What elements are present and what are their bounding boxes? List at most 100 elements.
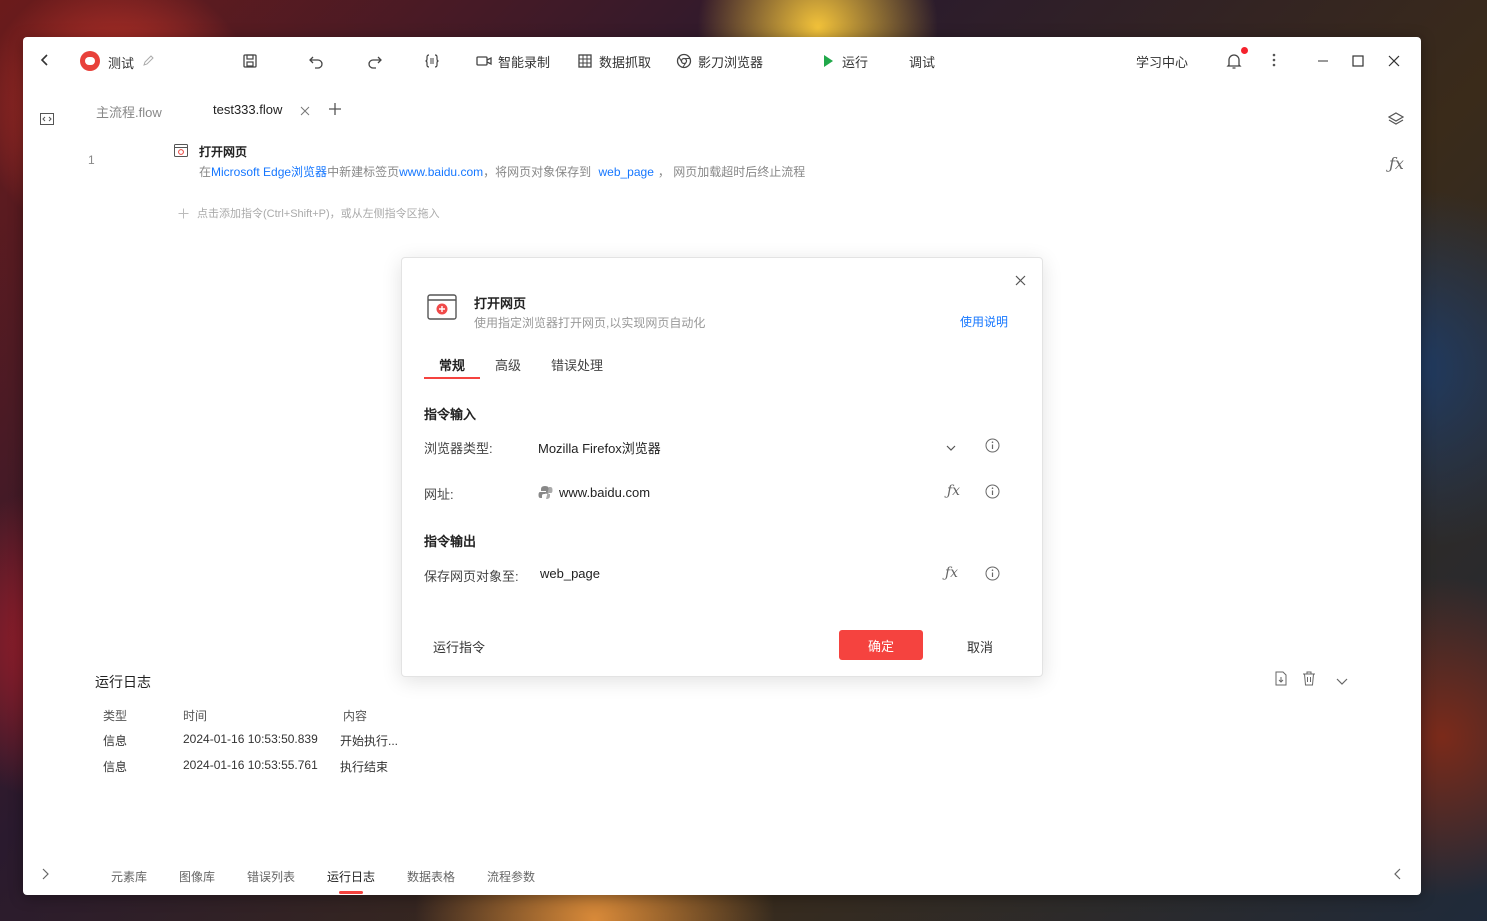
browser-type-label: 浏览器类型: <box>424 441 493 456</box>
app-window: 测试 智能录制 数据抓取 影刀浏览器 运行 调试 学习中心 主流程.flow t… <box>23 37 1421 895</box>
expand-left-icon[interactable] <box>42 868 50 883</box>
tab-main-flow[interactable]: 主流程.flow <box>96 102 162 121</box>
tab-advanced[interactable]: 高级 <box>495 355 521 374</box>
app-name: 测试 <box>108 56 135 71</box>
browser-type-value: Mozilla Firefox浏览器 <box>538 441 661 456</box>
back-icon[interactable] <box>37 52 53 68</box>
app-logo-icon <box>80 51 100 71</box>
debug-button[interactable]: 调试 <box>909 51 935 71</box>
dialog-subtitle: 使用指定浏览器打开网页,以实现网页自动化 <box>474 316 706 330</box>
table-icon <box>578 54 592 68</box>
add-tab-icon[interactable] <box>328 102 342 119</box>
browser-type-select[interactable]: Mozilla Firefox浏览器 <box>538 434 958 458</box>
tab-error-handling[interactable]: 错误处理 <box>551 355 603 374</box>
bottom-tab-flow-params[interactable]: 流程参数 <box>487 868 535 885</box>
debug-label: 调试 <box>909 54 936 70</box>
export-log-icon[interactable] <box>1274 671 1288 689</box>
desc-suffix: ， 网页加载超时后终止流程 <box>657 165 806 179</box>
clear-log-icon[interactable] <box>1302 671 1316 689</box>
desc-save: ，将网页对象保存到 <box>483 165 592 179</box>
log-header-time: 时间 <box>183 709 208 723</box>
smart-record-button[interactable]: 智能录制 <box>476 51 550 71</box>
line-number: 1 <box>88 153 95 167</box>
variables-button[interactable] <box>424 51 440 71</box>
log-row-content: 开始执行... <box>340 734 399 748</box>
run-label: 运行 <box>842 54 869 70</box>
learning-center-button[interactable]: 学习中心 <box>1136 51 1188 71</box>
data-scrape-button[interactable]: 数据抓取 <box>577 51 651 71</box>
save-info-icon[interactable] <box>985 566 1001 582</box>
redo-button[interactable] <box>367 51 383 71</box>
browser-type-info-icon[interactable] <box>985 438 1001 454</box>
save-object-input[interactable]: web_page <box>540 566 600 581</box>
shadowbot-browser-label: 影刀浏览器 <box>698 54 764 70</box>
tab-general[interactable]: 常规 <box>439 355 465 374</box>
edit-name-icon[interactable] <box>141 53 155 67</box>
log-row-type: 信息 <box>103 760 128 774</box>
play-icon <box>824 55 833 67</box>
dialog-title: 打开网页 <box>474 296 527 311</box>
save-button[interactable] <box>242 51 258 71</box>
url-info-icon[interactable] <box>985 484 1001 500</box>
bottom-tab-active-indicator <box>339 891 363 894</box>
cancel-button[interactable]: 取消 <box>967 637 993 656</box>
step-description[interactable]: 在Microsoft Edge浏览器中新建标签页www.baidu.com，将网… <box>199 163 805 180</box>
plus-icon <box>178 208 189 218</box>
output-section-heading: 指令输出 <box>424 534 477 549</box>
help-link[interactable]: 使用说明 <box>960 313 1008 330</box>
undo-button[interactable] <box>308 51 324 71</box>
collapse-log-icon[interactable] <box>1336 674 1348 689</box>
close-dialog-icon[interactable] <box>1015 274 1026 289</box>
desc-browser: Microsoft Edge浏览器 <box>211 165 328 179</box>
notification-button[interactable] <box>1226 47 1248 70</box>
more-menu-icon[interactable] <box>1272 53 1278 69</box>
close-window-icon[interactable] <box>1384 51 1404 71</box>
chevron-down-icon <box>946 440 956 455</box>
data-scrape-label: 数据抓取 <box>599 54 652 70</box>
tab-test333-flow[interactable]: test333.flow <box>213 102 282 117</box>
desc-mid: 中新建标签页 <box>327 165 400 179</box>
desc-prefix: 在 <box>199 165 212 179</box>
bottom-tab-errors[interactable]: 错误列表 <box>247 868 295 885</box>
code-view-icon[interactable] <box>40 113 54 125</box>
step-title[interactable]: 打开网页 <box>199 143 247 160</box>
url-value: www.baidu.com <box>559 484 651 500</box>
minimize-icon[interactable] <box>1313 51 1333 71</box>
shadowbot-browser-button[interactable]: 影刀浏览器 <box>676 51 763 71</box>
braces-icon <box>425 54 439 68</box>
save-object-label: 保存网页对象至: <box>424 569 519 584</box>
close-tab-icon[interactable] <box>300 104 310 119</box>
browser-step-icon <box>174 144 188 160</box>
video-camera-icon <box>476 56 492 66</box>
learning-center-label: 学习中心 <box>1136 54 1189 70</box>
log-row-content: 执行结束 <box>340 760 389 774</box>
bottom-tab-data-table[interactable]: 数据表格 <box>407 868 455 885</box>
bottom-tab-elements[interactable]: 元素库 <box>111 868 147 885</box>
save-fx-icon[interactable]: ƒx <box>945 565 958 581</box>
bottom-tab-images[interactable]: 图像库 <box>179 868 215 885</box>
run-instruction-button[interactable]: 运行指令 <box>433 637 485 656</box>
input-section-heading: 指令输入 <box>424 407 477 422</box>
url-fx-icon[interactable]: ƒx <box>947 483 960 499</box>
log-header-type: 类型 <box>103 709 128 723</box>
confirm-button[interactable]: 确定 <box>839 630 923 660</box>
url-label: 网址: <box>424 487 454 502</box>
log-row-time: 2024-01-16 10:53:50.839 <box>183 732 318 746</box>
redo-icon <box>368 56 382 69</box>
formula-panel-icon[interactable]: ƒx <box>1389 154 1404 173</box>
url-input[interactable]: www.baidu.com <box>538 480 958 504</box>
add-instruction-hint[interactable]: 点击添加指令(Ctrl+Shift+P)，或从左侧指令区拖入 <box>178 205 440 221</box>
bottom-tab-run-log[interactable]: 运行日志 <box>327 868 375 885</box>
dialog-browser-icon <box>427 294 457 323</box>
layers-icon[interactable] <box>1387 111 1405 130</box>
browser-icon <box>676 53 692 69</box>
run-button[interactable]: 运行 <box>820 51 868 71</box>
log-row-time: 2024-01-16 10:53:55.761 <box>183 758 318 772</box>
log-header-content: 内容 <box>343 709 368 723</box>
python-icon <box>538 485 553 499</box>
save-icon <box>243 54 257 68</box>
expand-right-icon[interactable] <box>1393 868 1401 883</box>
maximize-icon[interactable] <box>1348 51 1368 71</box>
log-row-type: 信息 <box>103 734 128 748</box>
add-hint-text: 点击添加指令(Ctrl+Shift+P)，或从左侧指令区拖入 <box>197 208 440 220</box>
